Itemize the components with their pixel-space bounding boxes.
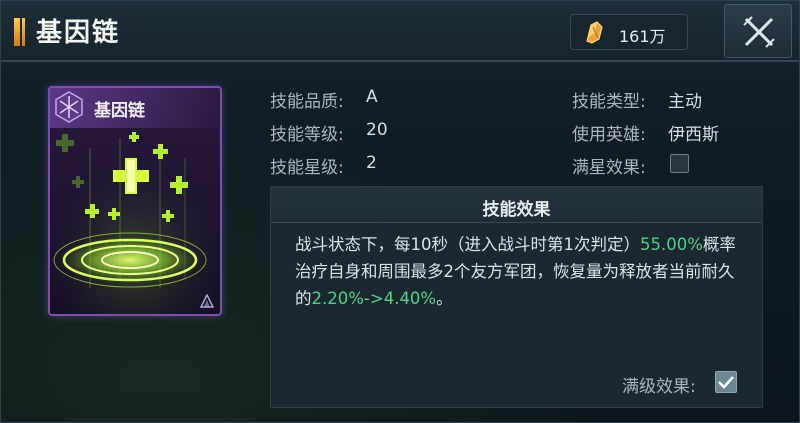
window-frame [0,0,800,423]
